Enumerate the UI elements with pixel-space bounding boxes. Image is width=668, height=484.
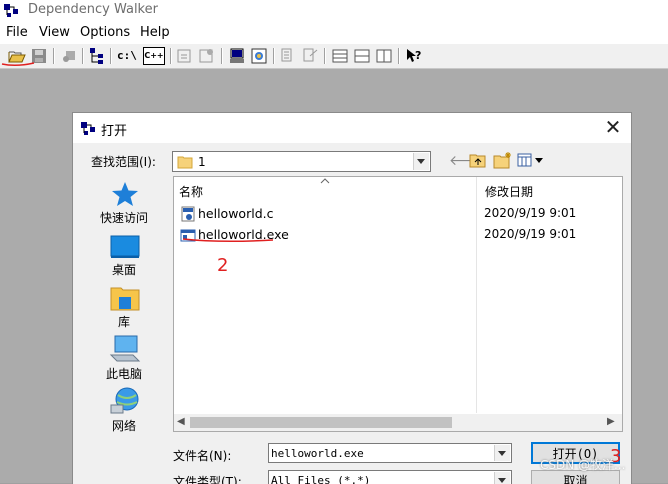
desktop-icon: [110, 235, 140, 258]
find-icon[interactable]: [60, 47, 78, 65]
dialog-titlebar: 打开 ✕: [73, 113, 631, 143]
filetype-label: 文件类型(T):: [173, 475, 242, 484]
place-library[interactable]: 库: [89, 285, 159, 329]
annotation-mark-2: 2: [182, 238, 274, 276]
filename-label: 文件名(N):: [173, 449, 232, 463]
properties-icon[interactable]: [250, 47, 268, 65]
close-icon[interactable]: ✕: [601, 117, 625, 139]
horizontal-scrollbar[interactable]: ◀ ▶: [174, 414, 622, 431]
place-label: 此电脑: [105, 367, 142, 381]
app-title: Dependency Walker: [28, 2, 158, 17]
profile-icon[interactable]: [198, 47, 216, 65]
place-label: 网络: [111, 419, 136, 433]
dialog-app-icon: [81, 122, 95, 135]
scroll-thumb[interactable]: [190, 417, 452, 428]
place-desktop[interactable]: 桌面: [89, 235, 159, 279]
configure-icon[interactable]: [176, 47, 194, 65]
app-icon: [4, 4, 18, 17]
menu-help[interactable]: Help: [140, 25, 170, 40]
help-icon[interactable]: ?: [405, 47, 423, 65]
copy-icon[interactable]: [279, 47, 297, 65]
place-label: 桌面: [111, 263, 136, 277]
menu-view[interactable]: View: [39, 25, 70, 40]
up-folder-icon[interactable]: [469, 152, 487, 169]
external-viewer-icon[interactable]: [301, 47, 319, 65]
look-in-label: 查找范围(I):: [91, 155, 156, 169]
menu-options[interactable]: Options: [80, 25, 130, 40]
place-network[interactable]: 网络: [89, 387, 159, 433]
new-folder-icon[interactable]: [493, 151, 513, 169]
open-dialog: 打开 ✕ 查找范围(I): 1 🡐 快速访问 桌面 库 此电脑 网络 名称 修改…: [72, 112, 632, 484]
computer-icon: [109, 335, 141, 362]
file-date: 2020/9/19 9:01: [484, 227, 577, 241]
dialog-title: 打开: [101, 124, 128, 139]
chevron-down-icon[interactable]: [413, 153, 429, 170]
place-label: 库: [117, 315, 130, 329]
menu-bar: File View Options Help: [0, 22, 668, 44]
file-list: 名称 修改日期 helloworld.c 2020/9/19 9:01 hell…: [173, 176, 623, 432]
layout-icon[interactable]: [331, 47, 349, 65]
place-this-pc[interactable]: 此电脑: [89, 335, 159, 381]
app-titlebar: Dependency Walker: [0, 0, 668, 22]
system-info-icon[interactable]: [228, 47, 246, 65]
scroll-right-icon[interactable]: ▶: [607, 416, 615, 427]
tree-icon[interactable]: [88, 47, 106, 65]
full-paths-button[interactable]: c:\: [117, 47, 137, 65]
svg-text:?: ?: [415, 49, 421, 62]
watermark: CSDN @牧洋...: [540, 458, 626, 472]
place-quick-access[interactable]: 快速访问: [89, 181, 159, 229]
c-file-icon: [181, 206, 195, 222]
filename-combo[interactable]: helloworld.exe: [268, 443, 512, 463]
library-icon: [110, 287, 140, 311]
places-bar: 快速访问 桌面 库 此电脑 网络: [89, 171, 159, 484]
star-icon: [112, 182, 138, 206]
filetype-combo[interactable]: All Files (*.*): [268, 470, 512, 484]
filename-input[interactable]: helloworld.exe: [271, 447, 364, 460]
scroll-left-icon[interactable]: ◀: [177, 416, 185, 427]
file-date: 2020/9/19 9:01: [484, 206, 577, 220]
chevron-down-icon[interactable]: [494, 472, 510, 484]
network-icon: [110, 387, 139, 414]
undecorate-cpp-button[interactable]: C++: [143, 47, 165, 65]
rows-icon[interactable]: [353, 47, 371, 65]
column-date[interactable]: 修改日期: [485, 183, 533, 200]
folder-icon: [177, 156, 193, 169]
chevron-down-icon[interactable]: [494, 445, 510, 461]
file-name: helloworld.c: [198, 206, 274, 221]
place-label: 快速访问: [99, 211, 148, 225]
column-name[interactable]: 名称: [179, 183, 203, 200]
view-menu-icon[interactable]: [517, 153, 545, 167]
look-in-value: 1: [198, 155, 206, 169]
annotation-label-2: 2: [217, 255, 228, 276]
columns-icon[interactable]: [375, 47, 393, 65]
file-row[interactable]: helloworld.c 2020/9/19 9:01: [178, 204, 618, 224]
look-in-combo[interactable]: 1: [172, 151, 431, 172]
toolbar: c:\ C++ ?: [0, 44, 668, 69]
sort-arrow-icon: [320, 178, 330, 184]
menu-file[interactable]: File: [6, 25, 28, 40]
